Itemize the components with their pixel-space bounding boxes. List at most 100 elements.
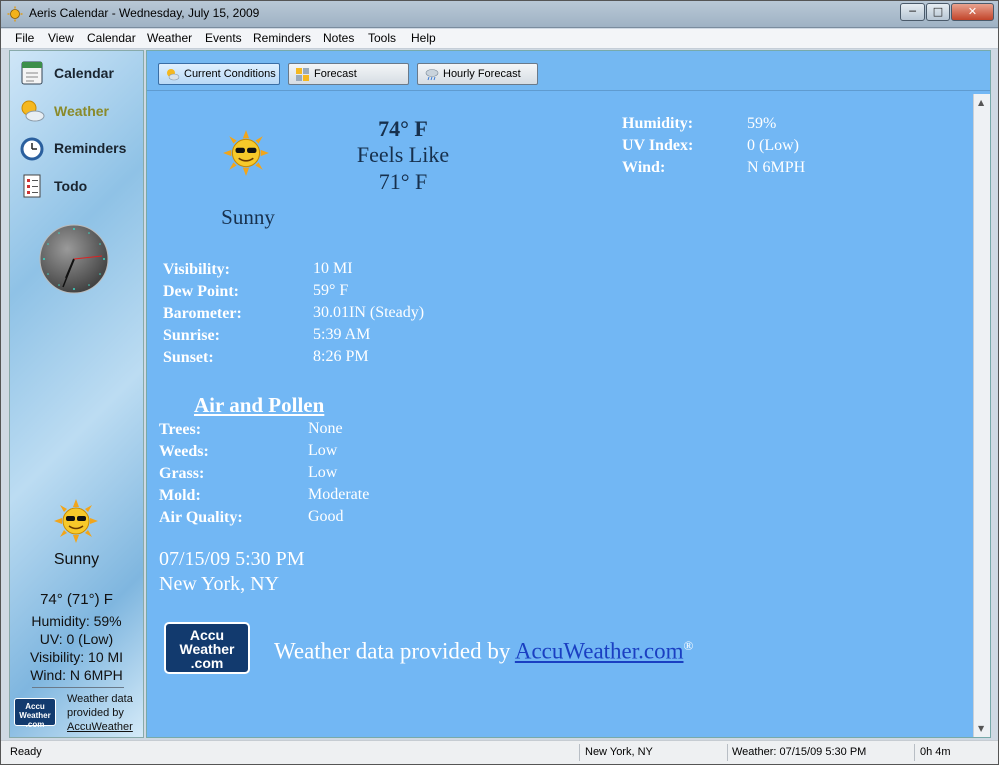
sidebar-weather-condition: Sunny bbox=[53, 551, 100, 568]
trees-label: Trees: bbox=[159, 421, 202, 438]
dew-point-label: Dew Point: bbox=[163, 283, 239, 300]
logo-text: .com bbox=[25, 720, 45, 729]
sunrise-label: Sunrise: bbox=[163, 327, 220, 344]
minimize-button[interactable]: ─ bbox=[900, 3, 925, 21]
sidebar-item-calendar[interactable]: Calendar bbox=[16, 57, 141, 89]
sun-sunglasses-icon bbox=[223, 130, 269, 176]
status-elapsed: 0h 4m bbox=[920, 746, 951, 758]
wind-label: Wind: bbox=[622, 159, 666, 176]
barometer-label: Barometer: bbox=[163, 305, 242, 322]
weeds-value: Low bbox=[308, 442, 338, 459]
wind-value: N 6MPH bbox=[747, 159, 806, 176]
divider bbox=[579, 744, 580, 761]
status-location: New York, NY bbox=[585, 746, 653, 758]
accuweather-link[interactable]: AccuWeather.com bbox=[515, 639, 684, 664]
current-temperature: 74° F bbox=[378, 116, 428, 141]
accuweather-logo[interactable]: Accu Weather .com bbox=[164, 622, 250, 674]
accuweather-logo[interactable]: Accu Weather .com bbox=[14, 698, 56, 729]
sidebar-item-weather[interactable]: Weather bbox=[16, 95, 141, 127]
menu-reminders[interactable]: Reminders bbox=[253, 31, 311, 45]
credit-prefix: Weather data provided by bbox=[274, 638, 515, 664]
observation-timestamp: 07/15/09 5:30 PM bbox=[159, 548, 305, 570]
sidebar-provided-text: Weather data provided by AccuWeather bbox=[67, 692, 143, 734]
grass-value: Low bbox=[308, 464, 338, 481]
analog-clock-icon bbox=[39, 224, 109, 294]
observation-location: New York, NY bbox=[159, 573, 280, 595]
humidity-label: Humidity: bbox=[622, 115, 694, 132]
logo-text: Weather bbox=[179, 641, 235, 657]
menu-file[interactable]: File bbox=[15, 31, 34, 45]
maximize-button[interactable]: □ bbox=[926, 3, 950, 21]
sunrise-value: 5:39 AM bbox=[313, 326, 371, 343]
feels-like-value: 71° F bbox=[378, 169, 428, 194]
sunset-value: 8:26 PM bbox=[313, 348, 369, 365]
alarm-clock-icon bbox=[20, 137, 44, 161]
condition-text: Sunny bbox=[221, 205, 275, 229]
data-credit: Weather data provided by AccuWeather.com… bbox=[274, 638, 693, 665]
registered-mark: ® bbox=[683, 638, 694, 653]
menu-calendar[interactable]: Calendar bbox=[87, 31, 136, 45]
provided-label: Weather data provided by bbox=[67, 693, 133, 719]
logo-text: Accu bbox=[25, 702, 45, 711]
close-button[interactable]: ✕ bbox=[951, 3, 994, 21]
air-pollen-heading: Air and Pollen bbox=[194, 393, 325, 417]
scroll-down-arrow-icon[interactable]: ▼ bbox=[978, 724, 984, 733]
current-conditions-content: 74° F Feels Like 71° F Sunny Humidity: 5… bbox=[148, 94, 973, 737]
app-window: Aeris Calendar - Wednesday, July 15, 200… bbox=[0, 0, 999, 765]
divider bbox=[32, 687, 124, 688]
sidebar-item-label: Reminders bbox=[54, 140, 127, 156]
sidebar-weather-humidity: Humidity: 59% bbox=[31, 613, 122, 629]
menu-view[interactable]: View bbox=[48, 31, 74, 45]
weather-icon bbox=[21, 100, 45, 122]
title-bar[interactable]: Aeris Calendar - Wednesday, July 15, 200… bbox=[1, 1, 998, 28]
humidity-value: 59% bbox=[747, 115, 777, 132]
logo-text: .com bbox=[190, 655, 224, 671]
logo-text: Accu bbox=[189, 627, 225, 643]
button-label: Forecast bbox=[314, 68, 357, 80]
hourly-forecast-button[interactable]: Hourly Forecast bbox=[417, 63, 538, 85]
barometer-value: 30.01IN (Steady) bbox=[313, 304, 425, 321]
current-conditions-button[interactable]: Current Conditions bbox=[158, 63, 280, 85]
sidebar-item-reminders[interactable]: Reminders bbox=[16, 132, 141, 164]
main-panel: Current Conditions Forecast Hourly Forec… bbox=[146, 50, 991, 738]
weeds-label: Weeds: bbox=[159, 443, 209, 460]
sidebar-item-todo[interactable]: Todo bbox=[16, 170, 141, 202]
uv-index-value: 0 (Low) bbox=[747, 137, 799, 154]
scroll-up-arrow-icon[interactable]: ▲ bbox=[978, 98, 984, 107]
logo-text: Weather bbox=[19, 711, 51, 720]
sidebar-item-label: Calendar bbox=[54, 65, 114, 81]
menu-notes[interactable]: Notes bbox=[323, 31, 354, 45]
mold-label: Mold: bbox=[159, 487, 201, 504]
sidebar: Calendar Weather Reminders Todo Sunny 74… bbox=[9, 50, 144, 738]
mold-value: Moderate bbox=[308, 486, 370, 503]
menu-events[interactable]: Events bbox=[205, 31, 242, 45]
status-weather-time: Weather: 07/15/09 5:30 PM bbox=[732, 746, 867, 758]
vertical-scrollbar[interactable]: ▲ ▼ bbox=[973, 94, 990, 737]
button-label: Current Conditions bbox=[184, 68, 276, 80]
air-quality-label: Air Quality: bbox=[159, 509, 243, 526]
sidebar-weather-wind: Wind: N 6MPH bbox=[30, 667, 123, 683]
divider bbox=[727, 744, 728, 761]
divider bbox=[914, 744, 915, 761]
visibility-value: 10 MI bbox=[313, 260, 353, 277]
dew-point-value: 59° F bbox=[313, 282, 349, 299]
weather-toolbar: Current Conditions Forecast Hourly Forec… bbox=[147, 51, 990, 91]
sidebar-item-label: Weather bbox=[54, 103, 109, 119]
sidebar-weather-temp: 74° (71°) F bbox=[40, 591, 113, 608]
feels-like-label: Feels Like bbox=[356, 142, 450, 167]
sunset-label: Sunset: bbox=[163, 349, 214, 366]
sun-app-icon bbox=[7, 6, 23, 22]
window-title: Aeris Calendar - Wednesday, July 15, 200… bbox=[29, 6, 260, 20]
forecast-grid-icon bbox=[296, 68, 309, 81]
button-label: Hourly Forecast bbox=[443, 68, 521, 80]
menu-weather[interactable]: Weather bbox=[147, 31, 192, 45]
checklist-icon bbox=[23, 174, 41, 198]
uv-index-label: UV Index: bbox=[622, 137, 694, 154]
menu-tools[interactable]: Tools bbox=[368, 31, 396, 45]
sidebar-item-label: Todo bbox=[54, 178, 88, 194]
accuweather-link[interactable]: AccuWeather bbox=[67, 721, 133, 733]
menu-help[interactable]: Help bbox=[411, 31, 436, 45]
forecast-button[interactable]: Forecast bbox=[288, 63, 409, 85]
calendar-icon bbox=[21, 61, 43, 85]
visibility-label: Visibility: bbox=[163, 261, 230, 278]
